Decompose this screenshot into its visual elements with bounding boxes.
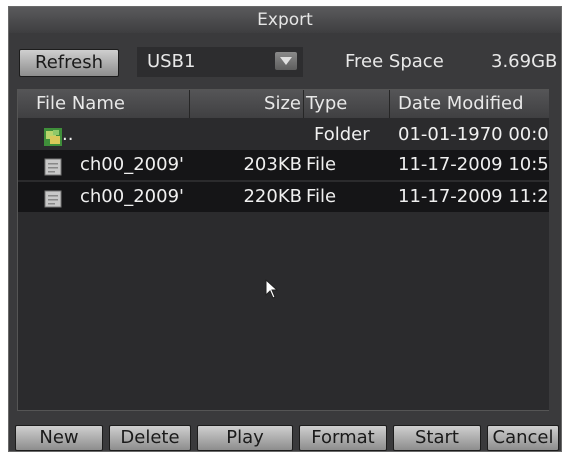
column-header-type[interactable]: Type	[304, 90, 390, 118]
dialog-title: Export	[9, 7, 561, 33]
table-row[interactable]: ch00_2009' 203KB File 11-17-2009 10:59	[18, 150, 556, 180]
format-button[interactable]: Format	[299, 425, 387, 451]
file-name: ch00_2009'	[80, 186, 184, 207]
export-dialog: Export Refresh USB1 Free Space 3.69GB Fi…	[8, 6, 562, 452]
play-button[interactable]: Play	[197, 425, 293, 451]
new-button[interactable]: New	[15, 425, 103, 451]
chevron-down-icon[interactable]	[275, 52, 297, 70]
file-type: File	[306, 154, 337, 175]
refresh-button[interactable]: Refresh	[19, 49, 119, 77]
file-icon	[44, 188, 62, 208]
action-bar: New Delete Play Format Start Cancel	[9, 425, 561, 453]
file-type: Folder	[314, 124, 370, 145]
file-date: 01-01-1970 00:00	[398, 124, 556, 145]
file-icon	[44, 156, 62, 176]
device-select[interactable]: USB1	[137, 47, 303, 77]
column-header-size[interactable]: Size	[190, 90, 304, 118]
file-size: 203KB	[243, 154, 302, 175]
start-button[interactable]: Start	[393, 425, 481, 451]
toolbar: Refresh USB1 Free Space 3.69GB	[9, 45, 561, 81]
file-type: File	[306, 186, 337, 207]
mouse-pointer-icon	[265, 279, 279, 299]
file-size	[190, 120, 302, 150]
file-date: 11-17-2009 10:59	[398, 154, 556, 175]
free-space-value: 3.69GB	[491, 51, 558, 72]
file-size: 220KB	[243, 186, 302, 207]
table-row[interactable]: .. Folder 01-01-1970 00:00	[18, 120, 556, 150]
device-select-value: USB1	[147, 51, 196, 72]
folder-icon	[44, 126, 62, 146]
file-date: 11-17-2009 11:23	[398, 186, 556, 207]
column-header-date-modified[interactable]: Date Modified	[390, 90, 556, 118]
scrollbar[interactable]	[549, 89, 557, 411]
free-space-label: Free Space	[345, 51, 444, 72]
file-list: File Name Size Type Date Modified .. Fol…	[17, 89, 557, 411]
file-list-header: File Name Size Type Date Modified	[18, 90, 556, 118]
column-header-file-name[interactable]: File Name	[18, 90, 190, 118]
delete-button[interactable]: Delete	[109, 425, 191, 451]
file-name: ch00_2009'	[80, 154, 184, 175]
file-name: ..	[62, 124, 74, 145]
table-row[interactable]: ch00_2009' 220KB File 11-17-2009 11:23	[18, 182, 556, 212]
cancel-button[interactable]: Cancel	[487, 425, 559, 451]
